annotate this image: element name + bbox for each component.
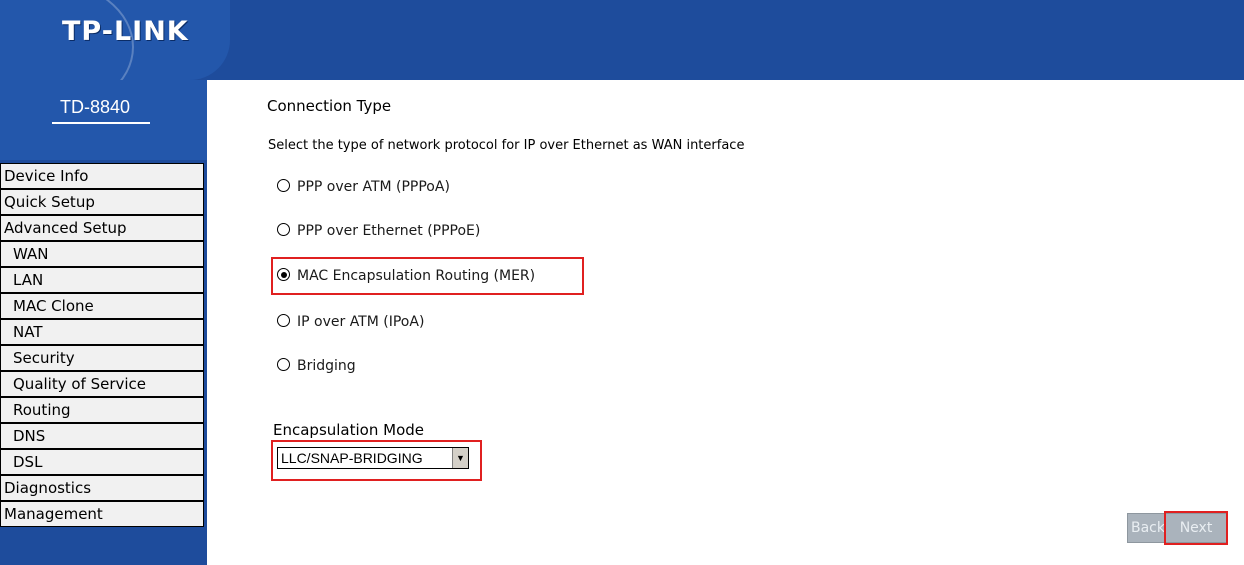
sidebar-item-management[interactable]: Management <box>0 501 204 527</box>
sidebar-item-dns[interactable]: DNS <box>0 423 204 449</box>
option-label: MAC Encapsulation Routing (MER) <box>297 268 536 284</box>
option-mer[interactable]: MAC Encapsulation Routing (MER) <box>277 268 535 284</box>
main-content: Connection Type Select the type of netwo… <box>207 80 1244 565</box>
sidebar-item-dsl[interactable]: DSL <box>0 449 204 475</box>
sidebar-item-routing[interactable]: Routing <box>0 397 204 423</box>
encapsulation-label: Encapsulation Mode <box>273 421 424 439</box>
sidebar-item-advanced-setup[interactable]: Advanced Setup <box>0 215 204 241</box>
sidebar-item-diagnostics[interactable]: Diagnostics <box>0 475 204 501</box>
sidebar-item-mac-clone[interactable]: MAC Clone <box>0 293 204 319</box>
sidebar-item-nat[interactable]: NAT <box>0 319 204 345</box>
option-label: Bridging <box>297 358 356 374</box>
page-description: Select the type of network protocol for … <box>268 138 745 153</box>
next-highlight-box <box>1164 511 1228 545</box>
model-underline <box>52 122 150 124</box>
sidebar-item-quality-of-service[interactable]: Quality of Service <box>0 371 204 397</box>
radio-bridging[interactable] <box>277 358 290 371</box>
encapsulation-select[interactable]: LLC/SNAP-BRIDGING ▼ <box>277 447 469 469</box>
option-ipoa[interactable]: IP over ATM (IPoA) <box>277 314 424 330</box>
encapsulation-selected-value: LLC/SNAP-BRIDGING <box>281 450 423 466</box>
radio-pppoe[interactable] <box>277 223 290 236</box>
option-bridging[interactable]: Bridging <box>277 358 356 374</box>
sidebar-item-security[interactable]: Security <box>0 345 204 371</box>
option-pppoe[interactable]: PPP over Ethernet (PPPoE) <box>277 223 480 239</box>
sidebar-menu: Device Info Quick Setup Advanced Setup W… <box>0 163 204 527</box>
brand-logo: TP-LINK <box>62 16 189 47</box>
option-pppoa[interactable]: PPP over ATM (PPPoA) <box>277 179 450 195</box>
sidebar-item-device-info[interactable]: Device Info <box>0 163 204 189</box>
sidebar-item-quick-setup[interactable]: Quick Setup <box>0 189 204 215</box>
model-name: TD-8840 <box>60 97 131 117</box>
chevron-down-icon[interactable]: ▼ <box>452 448 468 468</box>
sidebar-item-wan[interactable]: WAN <box>0 241 204 267</box>
page-title: Connection Type <box>267 97 392 115</box>
radio-ipoa[interactable] <box>277 314 290 327</box>
option-label: PPP over Ethernet (PPPoE) <box>297 223 481 239</box>
back-button[interactable]: Back <box>1127 513 1169 543</box>
sidebar-item-lan[interactable]: LAN <box>0 267 204 293</box>
option-label: IP over ATM (IPoA) <box>297 314 425 330</box>
radio-mer[interactable] <box>277 268 290 281</box>
option-label: PPP over ATM (PPPoA) <box>297 179 450 195</box>
header-bar: TP-LINK <box>0 0 1244 114</box>
radio-pppoa[interactable] <box>277 179 290 192</box>
model-panel: TD-8840 <box>0 80 207 160</box>
